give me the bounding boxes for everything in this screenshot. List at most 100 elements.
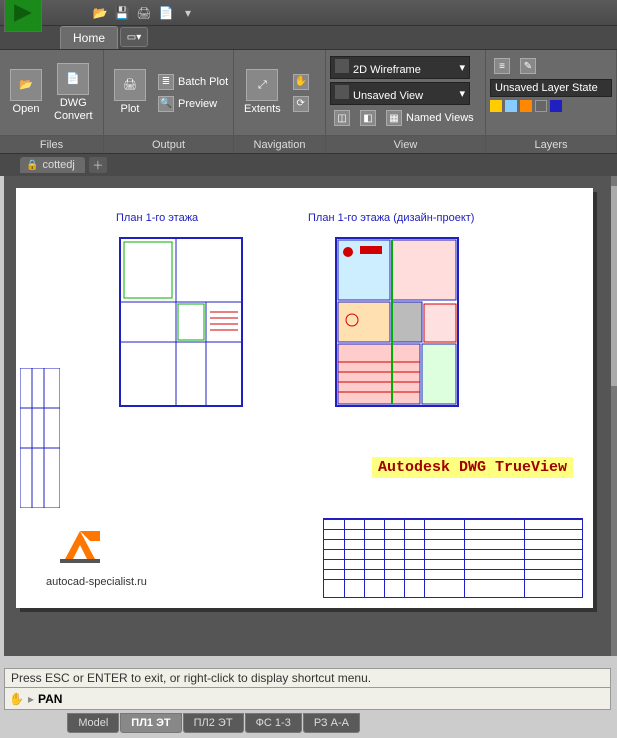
chevron-down-icon: ▾ [459, 61, 465, 74]
preview-icon: 🔍 [158, 96, 174, 112]
layout-tab-1[interactable]: ПЛ1 ЭТ [120, 713, 181, 733]
site-logo-icon [56, 525, 106, 570]
layer-state-value: Unsaved Layer State [495, 82, 598, 94]
command-mode: PAN [38, 692, 62, 706]
layer-lock-icon[interactable] [520, 100, 532, 112]
floor-plan-left [116, 232, 246, 412]
layer-swatch-icon[interactable] [550, 100, 562, 112]
layout-tab-4[interactable]: РЗ А-А [303, 713, 360, 733]
view-icon [335, 85, 349, 99]
plot-button[interactable]: 🖨 Plot [110, 67, 150, 117]
open-folder-icon: 📂 [10, 69, 42, 101]
layer-bulb-icon[interactable] [490, 100, 502, 112]
command-hint: Press ESC or ENTER to exit, or right-cli… [11, 671, 371, 685]
plot-label: Plot [121, 103, 140, 115]
document-tab[interactable]: 🔒 cottedj [20, 157, 85, 173]
title-block-left [20, 368, 60, 508]
chevron-down-icon: ▾ [459, 87, 465, 100]
view-dropdown[interactable]: Unsaved View ▾ [330, 82, 470, 105]
panel-navigation: ⤢ Extents ✋ ⟳ Navigation [234, 50, 326, 153]
panel-layers-title: Layers [486, 135, 616, 153]
orbit-icon: ⟳ [293, 96, 309, 112]
layout-last-icon[interactable]: ▸| [55, 718, 67, 729]
plot-icon: 🖨 [114, 69, 146, 101]
plan1-title: План 1-го этажа [116, 212, 198, 224]
floor-plan-right [332, 232, 462, 412]
preview-button[interactable]: 🔍 Preview [154, 94, 232, 114]
pan-button[interactable]: ✋ [289, 72, 313, 92]
layer-color-icon[interactable] [535, 100, 547, 112]
quick-access-toolbar: 📂 💾 🖨 📄 ▾ [0, 0, 617, 26]
layer-icon: ≡ [494, 58, 510, 74]
panel-view-title: View [326, 135, 485, 153]
extents-button[interactable]: ⤢ Extents [240, 67, 285, 117]
visual-style-dropdown[interactable]: 2D Wireframe ▾ [330, 56, 470, 79]
nav-icon: ◧ [360, 110, 376, 126]
qat-export-icon[interactable]: 📄 [158, 5, 174, 21]
vertical-scrollbar[interactable] [611, 176, 617, 656]
panel-files: 📂 Open 📄 DWG Convert Files [0, 50, 104, 153]
qat-save-icon[interactable]: 💾 [114, 5, 130, 21]
scrollbar-thumb[interactable] [611, 186, 617, 386]
cmd-handle-icon[interactable]: ∷ [0, 668, 2, 682]
layer-tool-1[interactable]: ≡ [490, 56, 514, 76]
dwg-convert-icon: 📄 [57, 63, 89, 95]
layout-tab-model[interactable]: Model [67, 713, 119, 733]
panel-nav-title: Navigation [234, 135, 325, 153]
open-button[interactable]: 📂 Open [6, 67, 46, 117]
dwg-convert-button[interactable]: 📄 DWG Convert [50, 61, 97, 123]
preview-label: Preview [178, 98, 217, 110]
view-tool-1[interactable]: ◫ [330, 108, 354, 128]
batch-plot-icon: ≣ [158, 74, 174, 90]
site-url: autocad-specialist.ru [46, 576, 147, 588]
panel-output: 🖨 Plot ≣Batch Plot 🔍 Preview Output [104, 50, 234, 153]
qat-print-icon[interactable]: 🖨 [136, 5, 152, 21]
tab-expand-icon[interactable]: ▭▾ [120, 27, 148, 47]
ribbon: 📂 Open 📄 DWG Convert Files 🖨 Plot ≣Batch… [0, 50, 617, 154]
named-views-button[interactable]: ▦ Named Views [382, 108, 478, 128]
new-tab-button[interactable]: ＋ [89, 157, 107, 173]
batch-plot-button[interactable]: ≣Batch Plot [154, 72, 232, 92]
layer-state-dropdown[interactable]: Unsaved Layer State [490, 79, 612, 97]
tab-home[interactable]: Home [60, 26, 118, 49]
panel-view: 2D Wireframe ▾ Unsaved View ▾ ◫ ◧ ▦ Named V… [326, 50, 486, 153]
cube-icon: ◫ [334, 110, 350, 126]
named-views-icon: ▦ [386, 110, 402, 126]
view-tool-2[interactable]: ◧ [356, 108, 380, 128]
title-block [323, 518, 583, 598]
panel-output-title: Output [104, 135, 233, 153]
plan2-title: План 1-го этажа (дизайн-проект) [308, 212, 474, 224]
pan-icon: ✋ [293, 74, 309, 90]
qat-dropdown-icon[interactable]: ▾ [180, 5, 196, 21]
cmd-close-icon[interactable]: ✕ [0, 684, 2, 698]
drawing-canvas[interactable]: План 1-го этажа План 1-го этажа (дизайн-… [4, 176, 611, 656]
view-value: Unsaved View [353, 90, 423, 102]
layout-tab-3[interactable]: ФС 1-3 [245, 713, 302, 733]
extents-label: Extents [244, 103, 281, 115]
orbit-button[interactable]: ⟳ [289, 94, 313, 114]
layout-tab-2[interactable]: ПЛ2 ЭТ [183, 713, 244, 733]
layout-tab-strip: |◂ ◂ ▸ ▸| Model ПЛ1 ЭТ ПЛ2 ЭТ ФС 1-3 РЗ … [22, 712, 360, 734]
pan-cursor-icon: ✋ [9, 692, 24, 706]
layout-prev-icon[interactable]: ◂ [35, 718, 44, 729]
panel-layers: ≡ ✎ Unsaved Layer State Layers [486, 50, 617, 153]
wireframe-icon [335, 59, 349, 73]
watermark-text: Autodesk DWG TrueView [372, 457, 573, 478]
named-views-label: Named Views [406, 112, 474, 124]
extents-icon: ⤢ [246, 69, 278, 101]
command-input-row[interactable]: ✋ ▸ PAN [4, 688, 611, 710]
layout-first-icon[interactable]: |◂ [22, 718, 34, 729]
qat-open-icon[interactable]: 📂 [92, 5, 108, 21]
layer-tool-2[interactable]: ✎ [516, 56, 540, 76]
paper-sheet: План 1-го этажа План 1-го этажа (дизайн-… [16, 188, 593, 608]
layer-freeze-icon[interactable] [505, 100, 517, 112]
command-history: Press ESC or ENTER to exit, or right-cli… [4, 668, 611, 688]
open-label: Open [13, 103, 40, 115]
document-tab-strip: 🔒 cottedj ＋ [0, 154, 617, 176]
visual-style-value: 2D Wireframe [353, 64, 421, 76]
dwg-convert-label: DWG Convert [54, 97, 93, 121]
lock-icon: 🔒 [26, 160, 38, 171]
document-tab-label: cottedj [42, 159, 74, 171]
layout-next-icon[interactable]: ▸ [45, 718, 54, 729]
app-menu-button[interactable] [4, 0, 42, 32]
